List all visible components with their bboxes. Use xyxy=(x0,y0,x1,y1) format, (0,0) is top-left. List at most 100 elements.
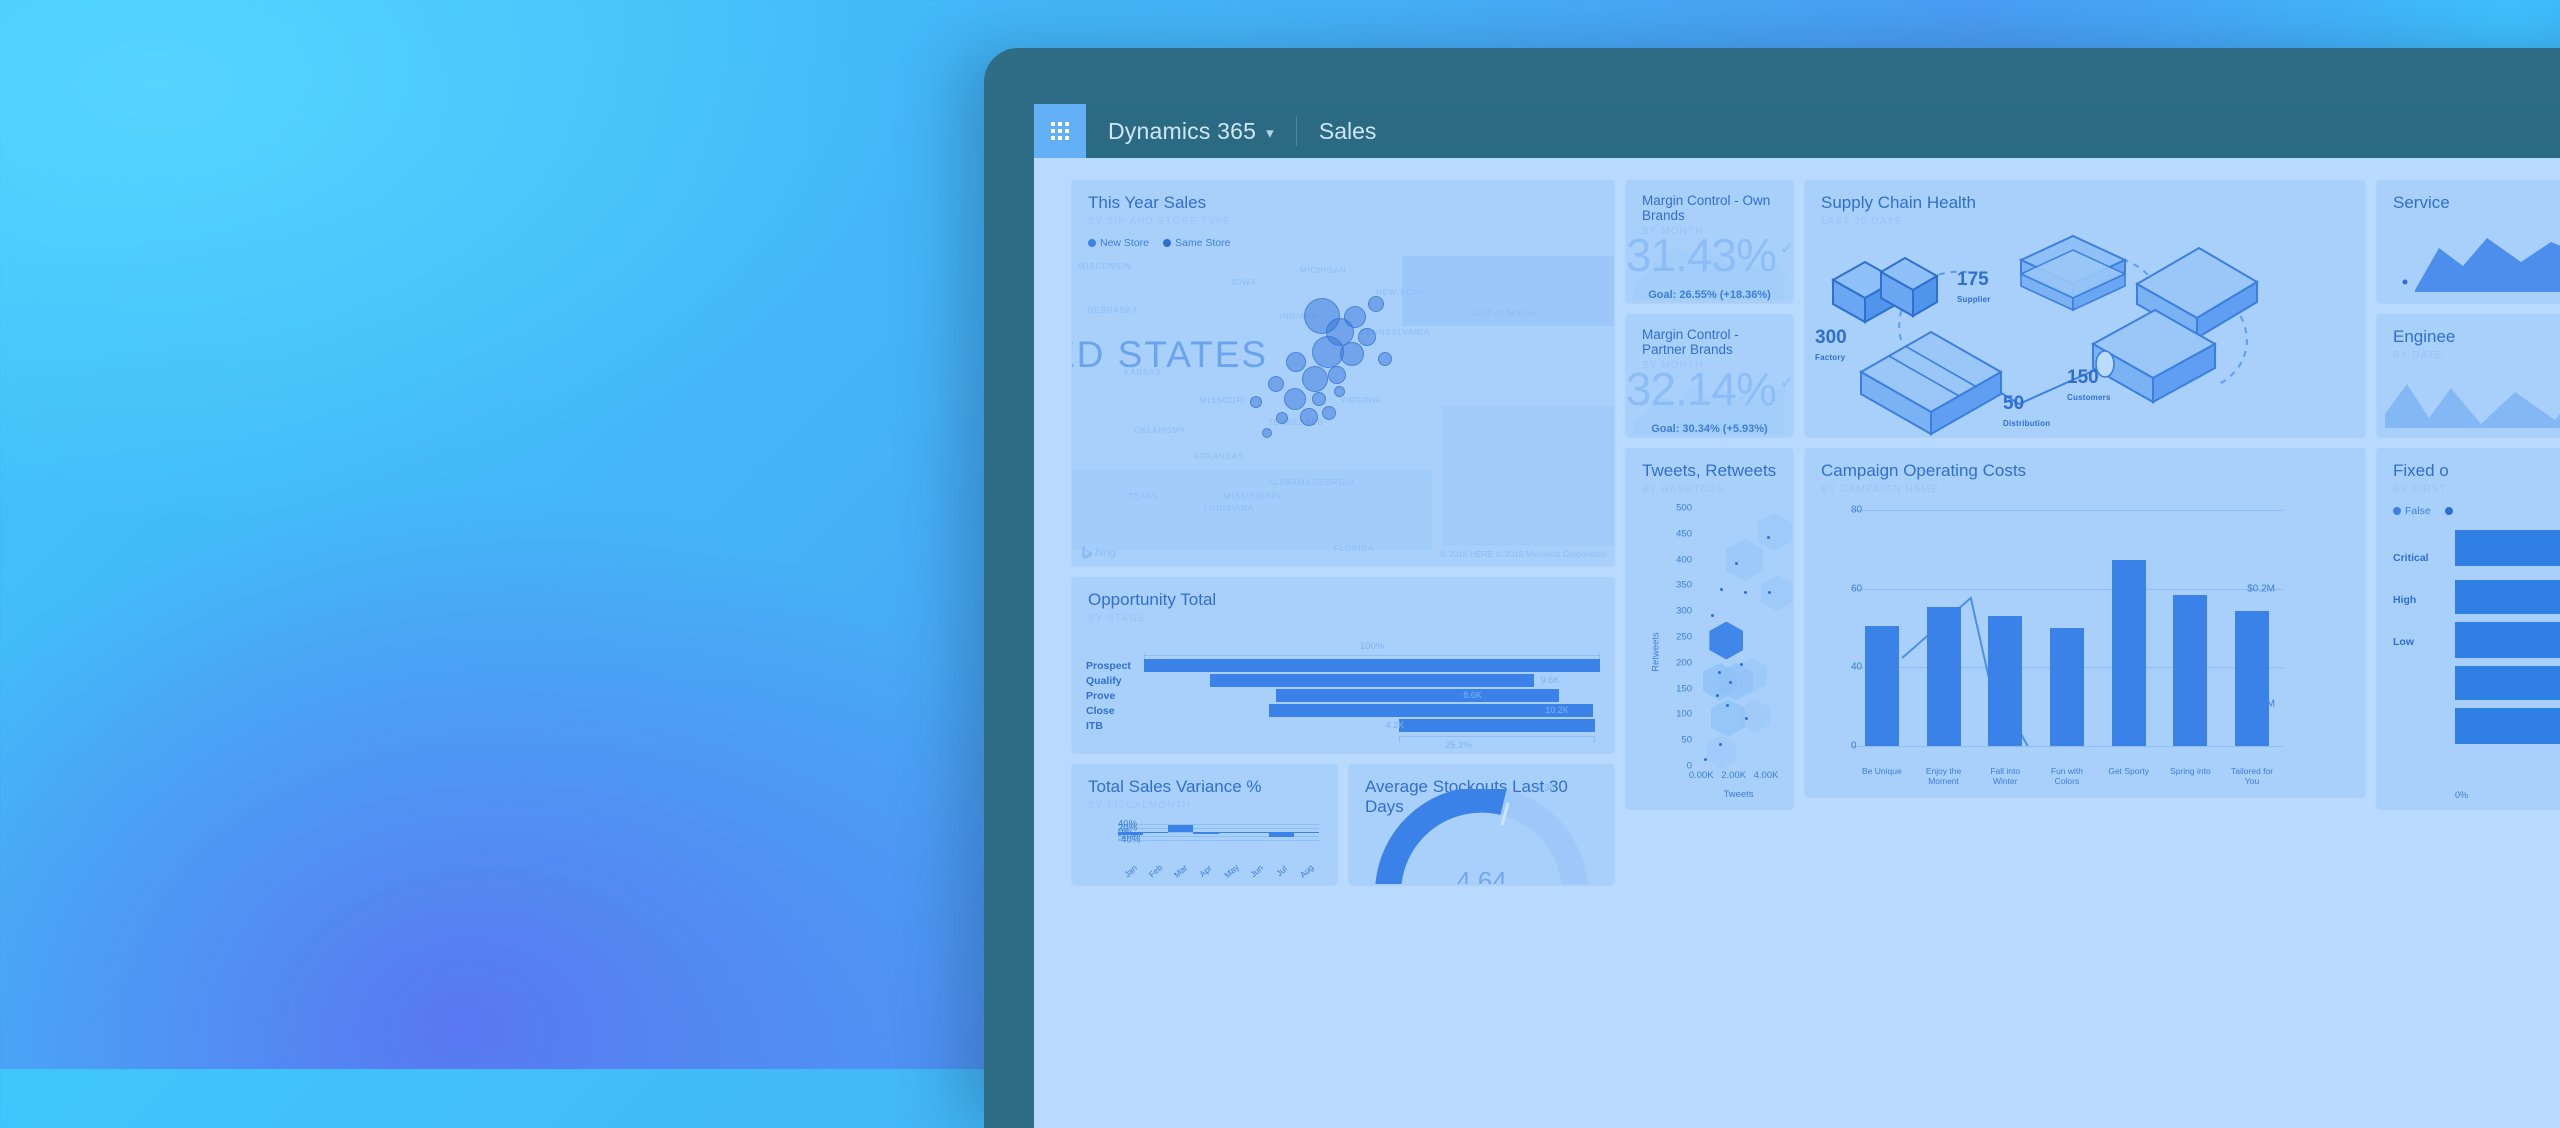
tile-header: This Year Sales BY ZIP AND STORE TYPE xyxy=(1072,180,1614,227)
map-bubble xyxy=(1378,352,1392,366)
funnel-track: 4.2K xyxy=(1144,719,1600,732)
kpi-value: 31.43% xyxy=(1626,228,1777,281)
node-label: Supplier xyxy=(1957,295,1991,304)
tile-header: Tweets, Retweets BY HASHTAGS xyxy=(1626,448,1793,495)
hexbin xyxy=(1761,575,1793,612)
app-top-bar: Dynamics 365 ▾ Sales xyxy=(1034,104,2560,158)
funnel-track: 10.2K xyxy=(1144,704,1600,717)
variance-bar xyxy=(1143,832,1169,833)
map-state-label: IOWA xyxy=(1232,278,1257,287)
node-label: Distribution xyxy=(2003,419,2051,428)
node-value: 150 xyxy=(2067,367,2099,388)
funnel-track: 8.6K xyxy=(1144,689,1600,702)
variance-xtick: Jun xyxy=(1247,862,1265,880)
brand-menu[interactable]: Dynamics 365 ▾ xyxy=(1086,104,1296,158)
tile-margin-own-brands[interactable]: Margin Control - Own Brands BY MONTH 31.… xyxy=(1626,180,1793,302)
variance-xtick: Aug xyxy=(1297,862,1316,880)
variance-slot xyxy=(1118,824,1144,840)
scatter-ytick: 300 xyxy=(1676,605,1692,617)
campaign-xtick: Be Unique xyxy=(1861,766,1902,776)
fixed-bar xyxy=(2455,708,2560,744)
trend-check-icon: ✓ xyxy=(1779,238,1793,258)
campaign-bars xyxy=(1851,510,2283,746)
map-bubble xyxy=(1250,396,1262,408)
variance-slot xyxy=(1168,824,1194,840)
tile-average-stockouts[interactable]: Average Stockouts Last 30 Days 5.30 4.64 xyxy=(1349,764,1614,884)
map-state-label: ALABAMA xyxy=(1268,478,1312,487)
funnel-value: 9.6K xyxy=(1540,675,1560,685)
tile-margin-partner-brands[interactable]: Margin Control - Partner Brands BY MONTH… xyxy=(1626,314,1793,436)
map-bubble xyxy=(1262,428,1272,438)
tile-total-sales-variance[interactable]: Total Sales Variance % BY FISCALMONTH 40… xyxy=(1072,764,1337,884)
scatter-x-axis: 0.00K 2.00K 4.00K xyxy=(1689,770,1779,784)
app-launcher-button[interactable] xyxy=(1034,104,1086,158)
map-bubble xyxy=(1328,366,1346,384)
scatter-ytick: 350 xyxy=(1676,579,1692,591)
map-bubble xyxy=(1284,388,1306,410)
funnel-value: 4.2K xyxy=(1385,720,1405,730)
tile-grid: This Year Sales BY ZIP AND STORE TYPE Ne… xyxy=(1072,180,2560,884)
scatter-point xyxy=(1740,662,1744,666)
tile-opportunity-total[interactable]: Opportunity Total BY STAGE 100% Prospect xyxy=(1072,577,1614,752)
scatter-y-axis: 500 450 400 350 300 250 200 150 100 50 0 xyxy=(1658,503,1696,772)
scatter-ytick: 50 xyxy=(1681,734,1692,746)
gauge-graphic: 5.30 0.00 9.28 4.64 xyxy=(1374,783,1589,884)
variance-xticks: Jan Feb Mar Apr May Jun Jul Aug xyxy=(1118,862,1319,880)
map-water-label: Gulf of Maine xyxy=(1472,308,1536,318)
variance-xtick: Jul xyxy=(1273,863,1289,879)
funnel-row: Close 10.2K xyxy=(1086,704,1600,717)
variance-bar xyxy=(1118,832,1144,835)
map-bubble xyxy=(1368,296,1384,312)
funnel-row: ITB 4.2K xyxy=(1086,719,1600,732)
variance-bar xyxy=(1168,825,1194,832)
funnel-label: ITB xyxy=(1086,719,1103,732)
legend-dot-icon xyxy=(1163,239,1172,247)
tile-campaign-operating-costs[interactable]: Campaign Operating Costs BY CAMPAIGN NAM… xyxy=(1805,448,2365,796)
map-state-label: KANSAS xyxy=(1124,368,1162,377)
scatter-point xyxy=(1744,716,1748,720)
tile-engineer[interactable]: Enginee BY DATE xyxy=(2377,314,2560,436)
tile-title: Opportunity Total xyxy=(1088,590,1217,609)
tile-tweets-retweets[interactable]: Tweets, Retweets BY HASHTAGS Retweets 50… xyxy=(1626,448,1793,808)
funnel-cap xyxy=(1594,736,1596,742)
funnel-bottom-pct: 25.2% xyxy=(1444,740,1472,751)
tile-header: Opportunity Total BY STAGE xyxy=(1072,577,1614,624)
variance-bars xyxy=(1118,824,1319,840)
tile-title: Supply Chain Health xyxy=(1821,193,1976,212)
sales-map[interactable]: ED STATES NEBRASKA IOWA KANSAS MISSOURI … xyxy=(1072,256,1614,565)
funnel-bar xyxy=(1399,719,1596,732)
app-area-selector[interactable]: Sales xyxy=(1297,104,1399,158)
campaign-xtick: Fall into Winter xyxy=(1990,766,2021,786)
scatter-ytick: 250 xyxy=(1676,631,1692,643)
brand-label: Dynamics 365 xyxy=(1108,117,1257,144)
tile-service[interactable]: Service xyxy=(2377,180,2560,302)
legend-dot-icon xyxy=(1088,239,1096,247)
variance-slot xyxy=(1268,824,1294,840)
tile-subtitle: BY FIRST xyxy=(2393,484,2447,495)
funnel-bottom-annotation: 25.2% xyxy=(1144,734,1600,752)
scatter-xtick: 4.00K xyxy=(1753,770,1779,781)
campaign-bar xyxy=(2235,611,2270,746)
tile-header: Fixed o BY FIRST xyxy=(2377,448,2560,495)
tile-supply-chain-health[interactable]: Supply Chain Health LAST 30 DAYS 300 Fac… xyxy=(1805,180,2365,436)
tile-this-year-sales[interactable]: This Year Sales BY ZIP AND STORE TYPE Ne… xyxy=(1072,180,1614,565)
variance-slot xyxy=(1293,824,1319,840)
scatter-ytick: 100 xyxy=(1676,708,1692,720)
map-bubble xyxy=(1322,406,1336,420)
tile-title: Campaign Operating Costs xyxy=(1821,461,2027,480)
campaign-bar xyxy=(1864,625,1899,746)
tile-header: Enginee BY DATE xyxy=(2377,314,2560,361)
campaign-bar xyxy=(2173,594,2208,746)
grid-column-2: Margin Control - Own Brands BY MONTH 31.… xyxy=(1626,180,1793,884)
map-state-label: VIRGINIA xyxy=(1340,396,1382,405)
tile-subtitle: BY FISCALMONTH xyxy=(1088,800,1192,811)
funnel-bar xyxy=(1210,674,1534,687)
funnel-bar xyxy=(1276,689,1559,702)
kpi-goal: Goal: 26.55% (+18.36%) xyxy=(1648,288,1771,301)
fixed-bar xyxy=(2455,530,2560,566)
variance-xtick: Jan xyxy=(1122,862,1140,880)
funnel-label: Close xyxy=(1086,704,1115,717)
fixed-legend: False xyxy=(2377,495,2560,517)
tile-fixed-on-first[interactable]: Fixed o BY FIRST False Critical High Low xyxy=(2377,448,2560,808)
scatter-ytick: 400 xyxy=(1676,554,1692,566)
